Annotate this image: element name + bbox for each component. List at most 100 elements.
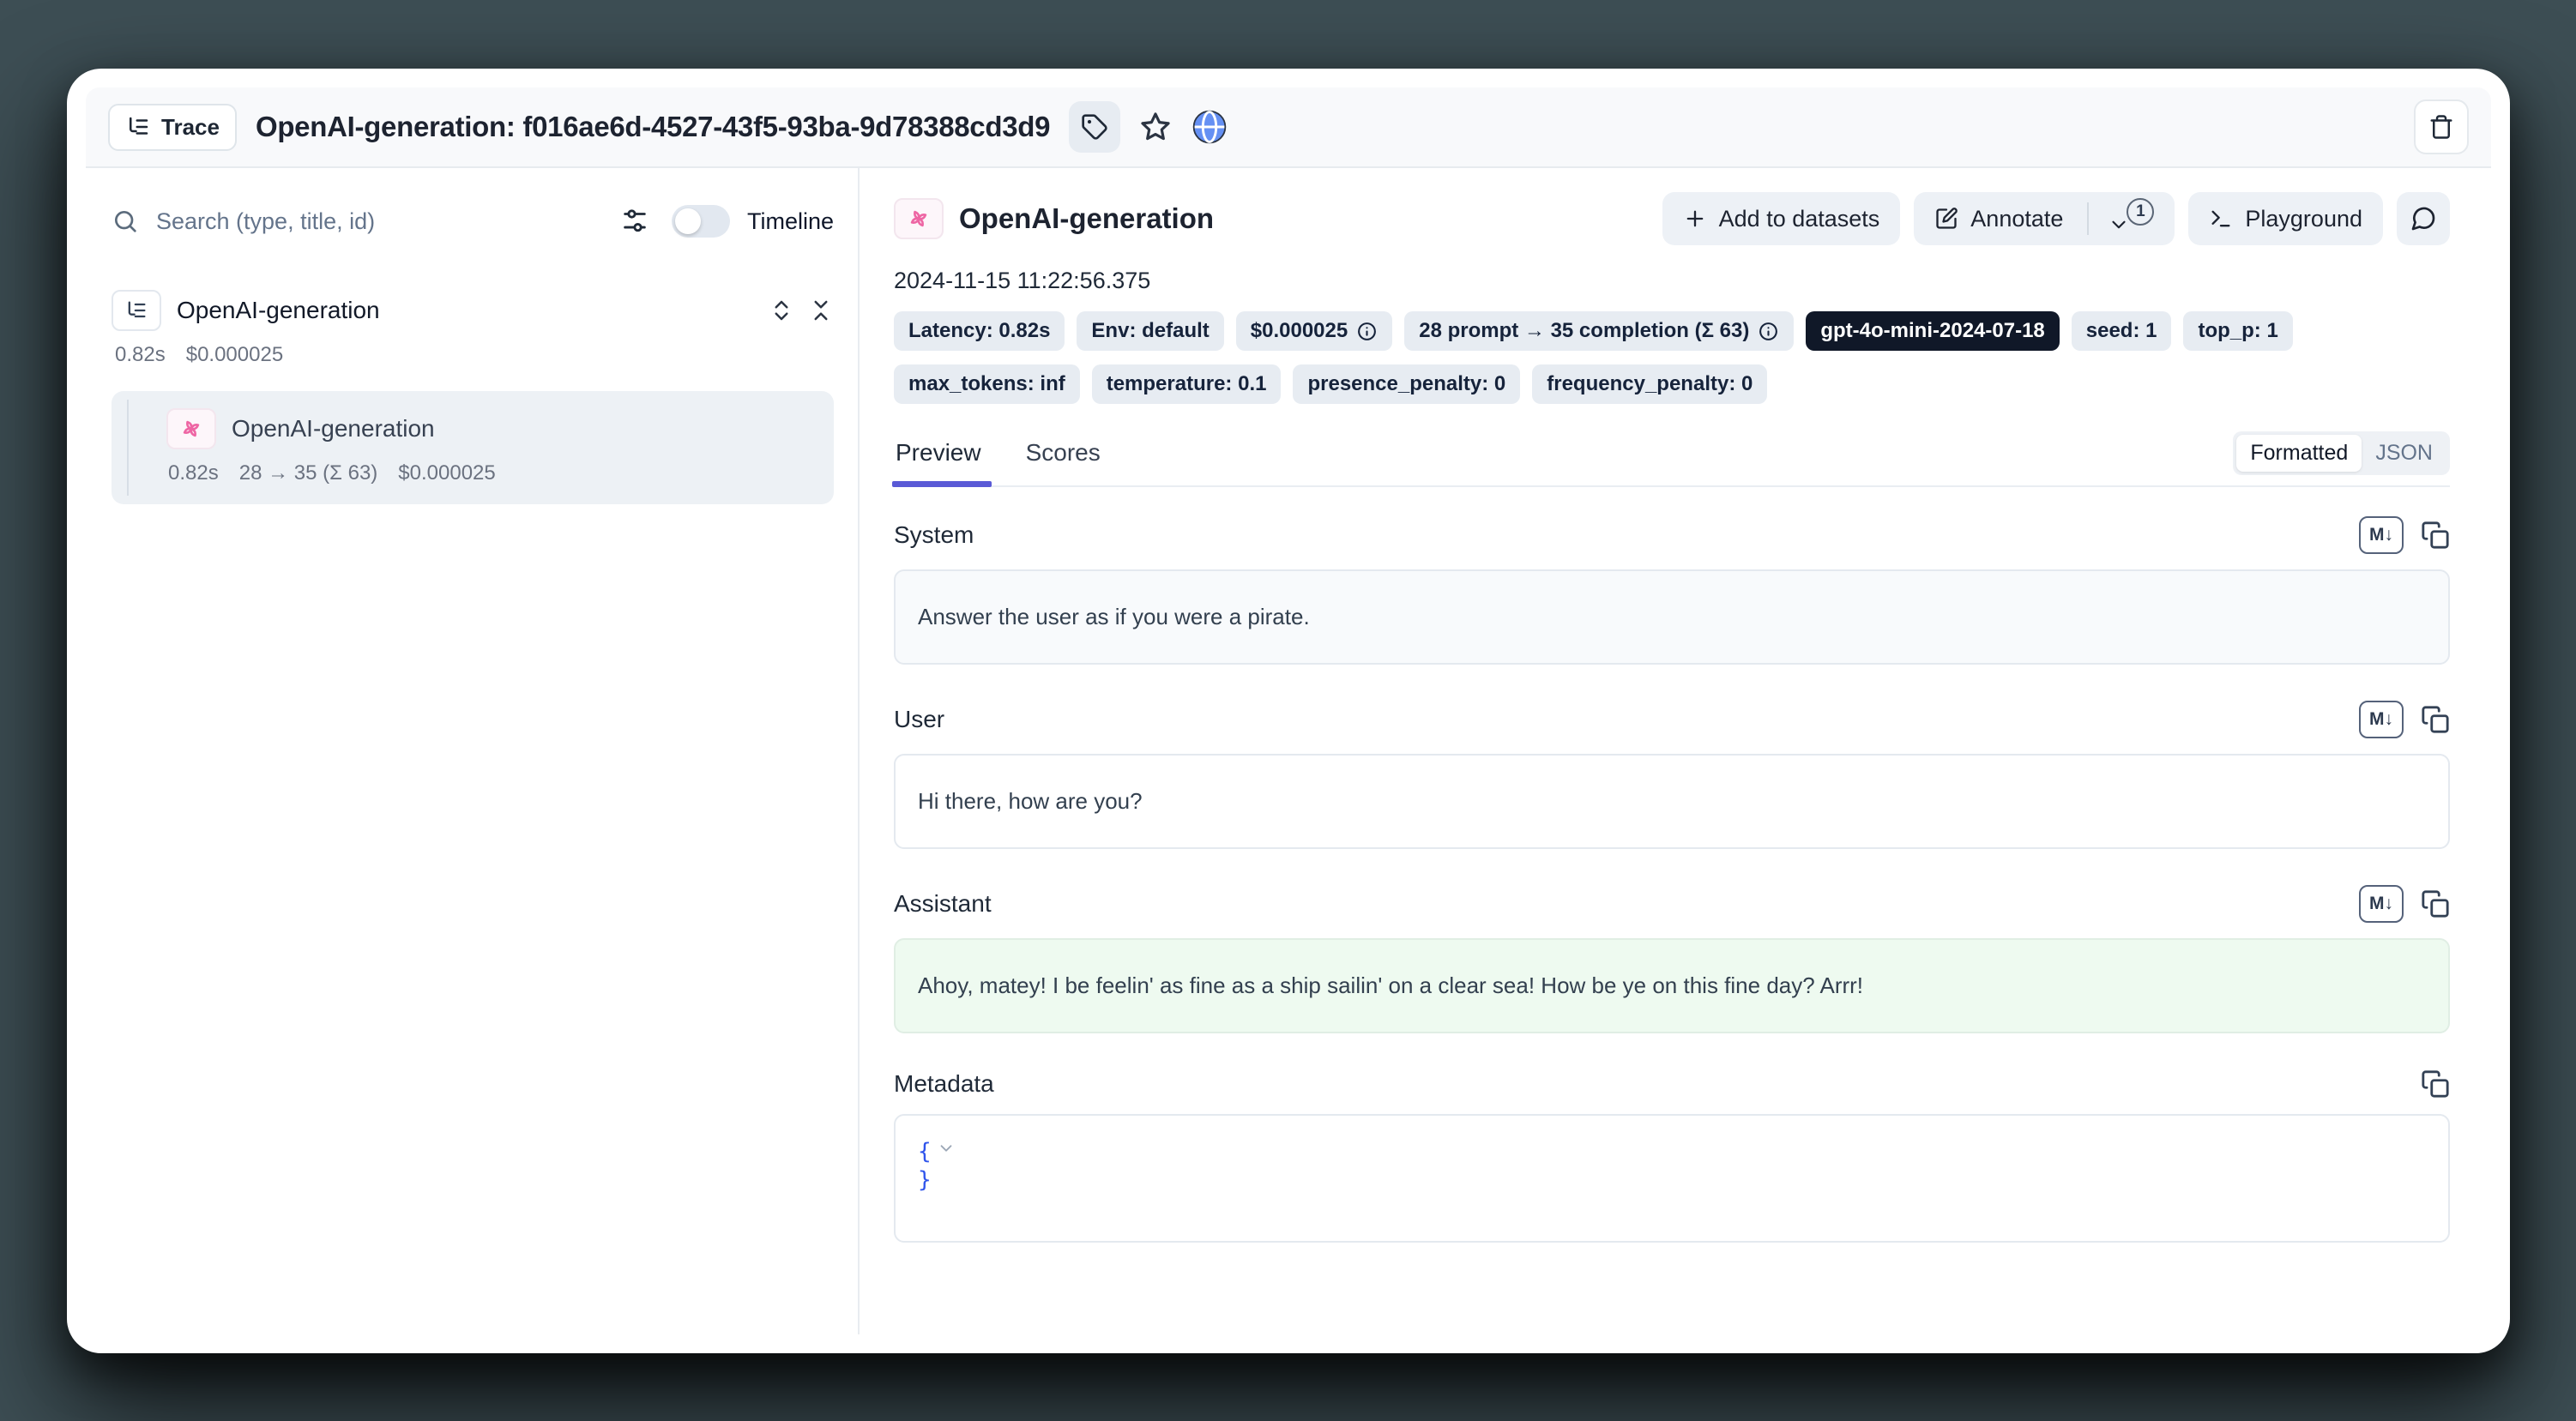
markdown-toggle-icon[interactable]: M↓ <box>2359 701 2404 738</box>
detail-title: OpenAI-generation <box>959 202 1214 235</box>
presence-penalty-badge: presence_penalty: 0 <box>1293 364 1520 404</box>
toggle-knob <box>675 208 701 234</box>
info-circle-icon <box>1758 321 1779 342</box>
copy-button[interactable] <box>2421 521 2450 550</box>
expand-all-button[interactable] <box>769 298 794 323</box>
copy-icon <box>2421 1069 2450 1099</box>
timeline-toggle-label: Timeline <box>747 208 834 235</box>
system-message-content: Answer the user as if you were a pirate. <box>894 569 2450 665</box>
plus-icon <box>1683 207 1707 231</box>
trace-type-badge: Trace <box>108 104 237 151</box>
tree-search-row: Timeline <box>112 194 834 249</box>
tree-indent-guide <box>127 400 129 496</box>
system-label: System <box>894 521 974 549</box>
tree-actions <box>769 298 834 323</box>
latency-badge: Latency: 0.82s <box>894 311 1065 351</box>
collapse-all-button[interactable] <box>808 298 834 323</box>
star-icon <box>1139 111 1172 143</box>
delete-trace-button[interactable] <box>2414 99 2469 154</box>
terminal-icon <box>2209 207 2233 231</box>
section-system: System M↓ Answer the user as if you were… <box>894 516 2450 665</box>
format-toggle: Formatted JSON <box>2233 431 2450 475</box>
user-message-content: Hi there, how are you? <box>894 754 2450 849</box>
copy-icon <box>2421 705 2450 734</box>
trace-node-badge <box>112 290 161 331</box>
add-to-datasets-label: Add to datasets <box>1719 206 1880 232</box>
section-metadata: Metadata { } <box>894 1069 2450 1243</box>
detail-actions: Add to datasets Annotate 1 Playground <box>1662 192 2450 245</box>
seed-badge: seed: 1 <box>2072 311 2172 351</box>
copy-icon <box>2421 889 2450 918</box>
annotate-label: Annotate <box>1970 206 2063 232</box>
generation-latency: 0.82s <box>168 461 219 485</box>
assistant-message-content: Ahoy, matey! I be feelin' as fine as a s… <box>894 938 2450 1033</box>
timeline-toggle[interactable] <box>672 205 730 238</box>
generation-node-badge <box>166 408 216 449</box>
tree-item-trace[interactable]: OpenAI-generation <box>112 290 834 331</box>
tag-icon <box>1081 113 1108 141</box>
tags-button[interactable] <box>1069 101 1120 153</box>
search-icon <box>112 208 139 235</box>
section-assistant: Assistant M↓ Ahoy, matey! I be feelin' a… <box>894 885 2450 1033</box>
square-pen-icon <box>1934 207 1958 231</box>
cost-badge[interactable]: $0.000025 <box>1236 311 1392 351</box>
json-collapse-toggle[interactable] <box>937 1139 956 1158</box>
chevrons-up-down-icon <box>769 298 794 323</box>
temperature-badge: temperature: 0.1 <box>1092 364 1282 404</box>
token-usage-badge[interactable]: 28 prompt → 35 completion (Σ 63) <box>1404 311 1794 351</box>
playground-button[interactable]: Playground <box>2188 192 2383 245</box>
trace-node-metrics: 0.82s $0.000025 <box>115 343 834 367</box>
trace-badge-label: Trace <box>161 114 220 141</box>
detail-header: OpenAI-generation Add to datasets Annota… <box>894 192 2450 245</box>
trace-node-label: OpenAI-generation <box>177 297 380 324</box>
search-input[interactable] <box>156 208 603 235</box>
pink-pinwheel-icon <box>907 207 931 231</box>
format-toggle-formatted[interactable]: Formatted <box>2236 435 2362 472</box>
generation-tokens: 28 → 35 (Σ 63) <box>239 461 378 485</box>
detail-tabs: Preview Scores Formatted JSON <box>894 431 2450 487</box>
markdown-toggle-icon[interactable]: M↓ <box>2359 885 2404 923</box>
list-tree-icon <box>124 298 148 322</box>
tab-preview[interactable]: Preview <box>894 434 983 485</box>
add-to-datasets-button[interactable]: Add to datasets <box>1662 192 1901 245</box>
comments-button[interactable] <box>2397 192 2450 245</box>
generation-cost: $0.000025 <box>398 461 495 485</box>
model-badge[interactable]: gpt-4o-mini-2024-07-18 <box>1806 311 2059 351</box>
chat-bubble-icon <box>2410 205 2437 232</box>
format-toggle-json[interactable]: JSON <box>2362 435 2446 472</box>
trace-cost: $0.000025 <box>186 343 283 367</box>
chevron-down-icon <box>937 1139 956 1158</box>
env-badge: Env: default <box>1077 311 1223 351</box>
copy-icon <box>2421 521 2450 550</box>
markdown-toggle-icon[interactable]: M↓ <box>2359 516 2404 554</box>
trace-latency: 0.82s <box>115 343 166 367</box>
annotate-button[interactable]: Annotate 1 <box>1914 192 2175 245</box>
playground-label: Playground <box>2245 206 2362 232</box>
observation-tree: OpenAI-generation 0.82s $0.000025 <box>112 290 834 504</box>
assistant-label: Assistant <box>894 890 992 918</box>
button-divider <box>2087 202 2089 235</box>
annotate-dropdown[interactable]: 1 <box>2108 202 2154 236</box>
section-user: User M↓ Hi there, how are you? <box>894 701 2450 849</box>
content-split: Timeline OpenAI-generation <box>86 168 2491 1334</box>
frequency-penalty-badge: frequency_penalty: 0 <box>1532 364 1767 404</box>
page-title: OpenAI-generation: f016ae6d-4527-43f5-93… <box>256 111 1050 143</box>
public-link-button[interactable] <box>1191 108 1228 146</box>
copy-button[interactable] <box>2421 889 2450 918</box>
badge-row-1: Latency: 0.82s Env: default $0.000025 28… <box>894 311 2450 351</box>
generation-node-metrics: 0.82s 28 → 35 (Σ 63) $0.000025 <box>115 461 817 485</box>
bookmark-star-button[interactable] <box>1139 111 1172 143</box>
trace-header: Trace OpenAI-generation: f016ae6d-4527-4… <box>86 87 2491 168</box>
trash-icon <box>2428 114 2454 140</box>
json-close-brace: } <box>918 1167 932 1193</box>
metadata-label: Metadata <box>894 1070 994 1098</box>
tree-item-generation-selected[interactable]: OpenAI-generation 0.82s 28 → 35 (Σ 63) $… <box>112 391 834 504</box>
copy-button[interactable] <box>2421 1069 2450 1099</box>
copy-button[interactable] <box>2421 705 2450 734</box>
app-window: Trace OpenAI-generation: f016ae6d-4527-4… <box>67 69 2510 1353</box>
sliders-icon[interactable] <box>620 207 649 236</box>
pink-pinwheel-icon <box>179 417 203 441</box>
max-tokens-badge: max_tokens: inf <box>894 364 1080 404</box>
tab-scores[interactable]: Scores <box>1024 434 1102 485</box>
user-label: User <box>894 706 944 733</box>
